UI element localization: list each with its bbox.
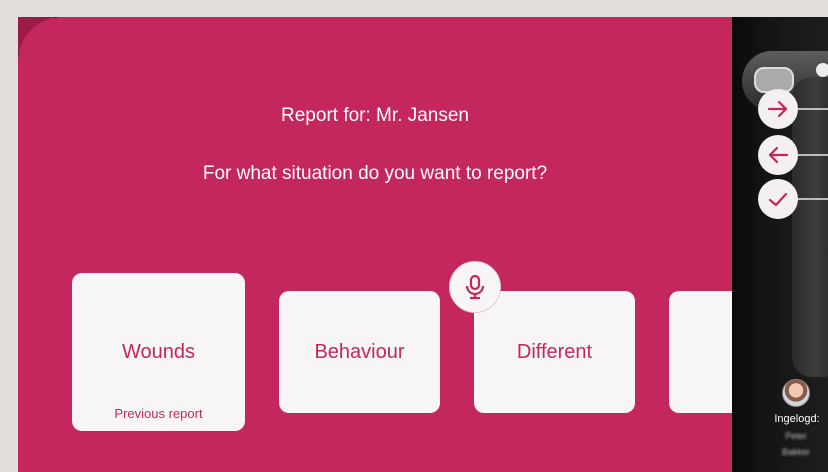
arrow-left-icon <box>768 146 789 164</box>
user-avatar <box>782 379 810 407</box>
glasses-body-shape <box>792 77 828 377</box>
nav-connector-line <box>798 108 828 110</box>
user-first-name: Peter <box>785 431 807 441</box>
next-button[interactable] <box>758 89 798 129</box>
microphone-button[interactable] <box>449 261 501 313</box>
main-panel: Report for: Mr. Jansen For what situatio… <box>18 17 749 472</box>
option-label-wounds: Wounds <box>121 340 195 363</box>
nav-connector-line <box>798 154 828 156</box>
check-icon <box>768 192 788 207</box>
option-label-behaviour: Behaviour <box>314 340 405 363</box>
user-last-name: Bakker <box>781 447 810 457</box>
option-card-wounds[interactable]: Wounds Previous report <box>72 273 245 431</box>
back-button[interactable] <box>758 135 798 175</box>
situation-question: For what situation do you want to report… <box>202 163 548 184</box>
login-label: Ingelogd: <box>774 413 820 425</box>
nav-connector-line <box>798 198 828 200</box>
option-label-different: Different <box>516 340 593 363</box>
report-for-title: Report for: Mr. Jansen <box>281 105 469 126</box>
confirm-button[interactable] <box>758 179 798 219</box>
microphone-icon <box>465 274 485 300</box>
previous-report-label: Previous report <box>114 406 203 421</box>
option-card-behaviour[interactable]: Behaviour <box>279 291 440 413</box>
glasses-button-dot <box>816 63 828 77</box>
smart-glasses-panel: Ingelogd: Peter Bakker <box>732 17 828 472</box>
arrow-right-icon <box>767 100 788 118</box>
app-screen: Report for: Mr. Jansen For what situatio… <box>18 17 828 472</box>
option-card-different[interactable]: Different <box>474 291 635 413</box>
